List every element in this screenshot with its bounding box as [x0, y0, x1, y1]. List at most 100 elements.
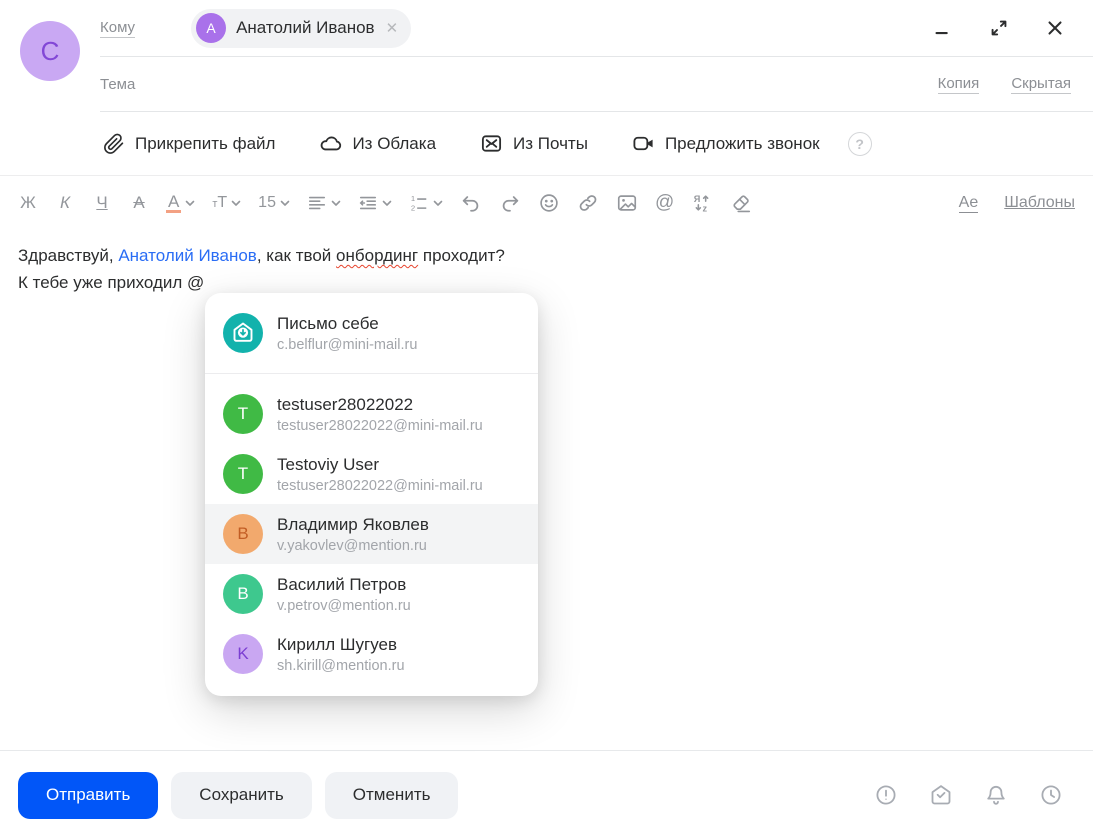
suggestion-contact[interactable]: T Testoviy User testuser28022022@mini-ma…	[205, 444, 538, 504]
numbered-list-button[interactable]: 1 2	[409, 193, 443, 213]
suggestion-contact-highlighted[interactable]: B Владимир Яковлев v.yakovlev@mention.ru	[205, 504, 538, 564]
underline-button[interactable]: Ч	[92, 193, 112, 213]
subject-input[interactable]: Тема	[100, 76, 135, 93]
align-button[interactable]	[307, 193, 341, 213]
window-controls	[931, 16, 1067, 40]
suggestion-name: Письмо себе	[277, 314, 417, 334]
clear-format-button[interactable]	[730, 192, 752, 214]
close-button[interactable]	[1043, 16, 1067, 40]
contact-avatar: T	[223, 394, 263, 434]
suggestion-email: v.petrov@mention.ru	[277, 598, 411, 614]
notify-button[interactable]	[984, 783, 1008, 807]
undo-button[interactable]	[460, 192, 482, 214]
suggestion-email: sh.kirill@mention.ru	[277, 658, 405, 674]
compose-window: C Кому А Анатолий Иванов ✕ Тема Коп	[0, 0, 1093, 839]
chevron-down-icon	[382, 200, 392, 207]
read-receipt-button[interactable]	[929, 783, 953, 807]
attach-toolbar: Прикрепить файл Из Облака Из Почты Предл…	[0, 112, 1093, 176]
eraser-icon	[730, 192, 752, 214]
close-icon	[1044, 17, 1066, 39]
body-line-1: Здравствуй, Анатолий Иванов, как твой он…	[18, 242, 1075, 269]
exclamation-circle-icon	[874, 783, 898, 807]
suggest-call-button[interactable]: Предложить звонок	[632, 132, 820, 155]
envelope-check-icon	[929, 783, 953, 807]
suggestion-contact[interactable]: K Кирилл Шугуев sh.kirill@mention.ru	[205, 624, 538, 684]
dropdown-divider	[205, 373, 538, 374]
priority-button[interactable]	[874, 783, 898, 807]
from-mail-button[interactable]: Из Почты	[480, 132, 588, 155]
indent-button[interactable]	[358, 193, 392, 213]
svg-text:Я: Я	[694, 194, 701, 204]
chip-remove-icon[interactable]: ✕	[386, 21, 399, 36]
body-line-2: К тебе уже приходил @	[18, 269, 1075, 296]
undo-icon	[460, 192, 482, 214]
strikethrough-button[interactable]: А	[129, 193, 149, 213]
suggestion-email: testuser28022022@mini-mail.ru	[277, 418, 483, 434]
link-button[interactable]	[577, 192, 599, 214]
sender-avatar[interactable]: C	[20, 21, 80, 81]
smiley-icon	[538, 192, 560, 214]
expand-button[interactable]	[987, 16, 1011, 40]
chevron-down-icon	[331, 200, 341, 207]
footer-bar: Отправить Сохранить Отменить	[0, 750, 1093, 839]
font-size-select[interactable]: 15	[258, 194, 290, 212]
numbered-list-icon: 1 2	[409, 193, 429, 213]
recipient-chip-avatar: А	[196, 13, 226, 43]
svg-text:1: 1	[411, 194, 415, 203]
suggestion-email: testuser28022022@mini-mail.ru	[277, 478, 483, 494]
bcc-link[interactable]: Скрытая	[1011, 75, 1071, 94]
bold-button[interactable]: Ж	[18, 193, 38, 213]
image-icon	[616, 192, 638, 214]
clock-icon	[1039, 783, 1063, 807]
redo-icon	[499, 192, 521, 214]
expand-icon	[988, 17, 1010, 39]
cc-link[interactable]: Копия	[938, 75, 980, 94]
minimize-icon	[932, 17, 954, 39]
minimize-button[interactable]	[931, 16, 955, 40]
align-left-icon	[307, 193, 327, 213]
svg-text:z: z	[703, 204, 708, 214]
suggestion-name: Кирилл Шугуев	[277, 635, 405, 655]
save-button[interactable]: Сохранить	[171, 772, 311, 819]
suggestion-contact[interactable]: T testuser28022022 testuser28022022@mini…	[205, 384, 538, 444]
bell-icon	[984, 783, 1008, 807]
contact-suggestions-dropdown: Письмо себе c.belflur@mini-mail.ru T tes…	[205, 293, 538, 696]
text-color-button[interactable]: A	[166, 193, 195, 214]
font-style-button[interactable]: тТ	[212, 194, 241, 212]
suggestion-contact[interactable]: B Василий Петров v.petrov@mention.ru	[205, 564, 538, 624]
message-body-editor[interactable]: Здравствуй, Анатолий Иванов, как твой он…	[0, 230, 1093, 750]
translit-button[interactable]: Я z	[691, 192, 713, 214]
from-cloud-label: Из Облака	[352, 134, 436, 154]
templates-link[interactable]: Шаблоны	[1004, 194, 1075, 212]
video-call-icon	[632, 132, 655, 155]
from-cloud-button[interactable]: Из Облака	[319, 132, 436, 155]
chevron-down-icon	[231, 200, 241, 207]
redo-button[interactable]	[499, 192, 521, 214]
send-button[interactable]: Отправить	[18, 772, 158, 819]
recipient-chip[interactable]: А Анатолий Иванов ✕	[191, 9, 411, 48]
suggestion-email: c.belflur@mini-mail.ru	[277, 337, 417, 353]
schedule-send-button[interactable]	[1039, 783, 1063, 807]
emoji-button[interactable]	[538, 192, 560, 214]
misspelled-word: онбординг	[336, 246, 418, 265]
signature-icon[interactable]: Ае	[959, 194, 979, 213]
mention-button[interactable]: @	[655, 192, 674, 214]
help-icon[interactable]: ?	[848, 132, 872, 156]
subject-row[interactable]: Тема Копия Скрытая	[100, 57, 1093, 112]
image-button[interactable]	[616, 192, 638, 214]
mention-recipient[interactable]: Анатолий Иванов	[118, 246, 257, 265]
recipient-chip-name: Анатолий Иванов	[236, 18, 375, 38]
italic-button[interactable]: К	[55, 193, 75, 213]
to-label[interactable]: Кому	[100, 19, 135, 38]
cloud-icon	[319, 132, 342, 155]
letter-to-self-icon	[223, 313, 263, 353]
paperclip-icon	[103, 133, 125, 155]
attach-file-button[interactable]: Прикрепить файл	[103, 133, 275, 155]
suggestion-letter-to-self[interactable]: Письмо себе c.belflur@mini-mail.ru	[205, 303, 538, 363]
cancel-button[interactable]: Отменить	[325, 772, 459, 819]
chevron-down-icon	[280, 200, 290, 207]
contact-avatar: K	[223, 634, 263, 674]
suggestion-name: testuser28022022	[277, 395, 483, 415]
suggestion-email: v.yakovlev@mention.ru	[277, 538, 429, 554]
translit-icon: Я z	[691, 192, 713, 214]
